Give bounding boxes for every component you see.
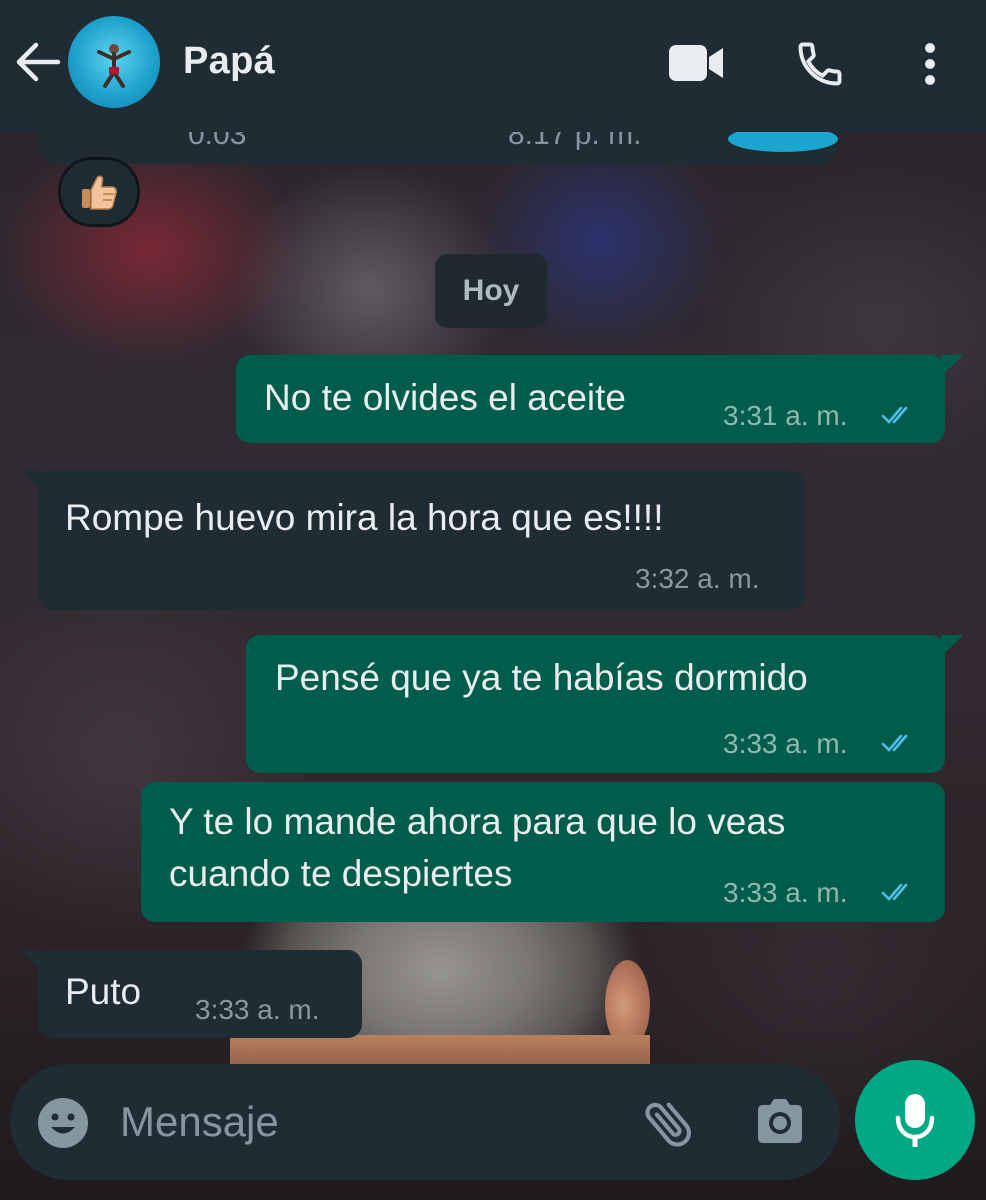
video-call-icon [669, 45, 723, 81]
camera-button[interactable] [752, 1094, 808, 1150]
message-bubble-incoming[interactable]: Rompe huevo mira la hora que es!!!! 3:32… [38, 470, 804, 610]
message-input[interactable] [120, 1092, 620, 1152]
message-bubble-incoming[interactable]: Puto 3:33 a. m. [38, 950, 362, 1038]
thumbs-up-icon [82, 175, 117, 210]
message-composer [10, 1064, 840, 1180]
voice-call-button[interactable] [792, 38, 848, 90]
message-text-line-2: cuando te despiertes [169, 853, 513, 894]
video-call-button[interactable] [665, 40, 727, 86]
chat-header: Papá [0, 0, 986, 132]
attach-button[interactable] [638, 1092, 700, 1154]
message-time: 3:31 a. m. [723, 400, 848, 431]
date-chip: Hoy [435, 254, 547, 328]
back-button[interactable] [14, 38, 66, 86]
back-arrow-icon [16, 42, 61, 82]
message-text-line-1: Y te lo mande ahora para que lo veas [169, 801, 786, 842]
read-receipt-icon [881, 734, 908, 752]
avatar[interactable] [68, 16, 160, 108]
read-receipt-icon [881, 406, 908, 424]
previous-message-time: 8:17 p. m. [508, 132, 642, 151]
previous-message-bubble[interactable]: 0:03 8:17 p. m. [38, 132, 838, 164]
message-text: No te olvides el aceite [264, 377, 626, 418]
phone-call-icon [798, 42, 842, 86]
message-bubble-outgoing[interactable]: Y te lo mande ahora para que lo veas cua… [141, 782, 945, 922]
message-time: 3:33 a. m. [723, 877, 848, 908]
voice-record-button[interactable] [855, 1060, 975, 1180]
read-receipt-icon [881, 883, 908, 901]
message-time: 3:33 a. m. [195, 994, 320, 1025]
message-time: 3:32 a. m. [635, 563, 760, 594]
more-vert-icon [925, 43, 935, 85]
contact-name[interactable]: Papá [183, 40, 275, 83]
more-options-button[interactable] [910, 38, 950, 90]
attach-icon [645, 1102, 691, 1147]
message-text: Rompe huevo mira la hora que es!!!! [65, 497, 664, 538]
emoji-button[interactable] [36, 1096, 90, 1150]
message-bubble-outgoing[interactable]: No te olvides el aceite 3:31 a. m. [236, 355, 945, 443]
mic-icon [895, 1094, 935, 1147]
previous-message-thumbnail [728, 132, 838, 152]
camera-icon [758, 1099, 802, 1143]
message-time: 3:33 a. m. [723, 728, 848, 759]
message-text: Pensé que ya te habías dormido [275, 657, 808, 698]
emoji-icon [38, 1098, 88, 1148]
previous-message-duration: 0:03 [188, 132, 247, 151]
message-bubble-outgoing[interactable]: Pensé que ya te habías dormido 3:33 a. m… [246, 635, 945, 773]
avatar-photo [97, 44, 131, 88]
reaction-badge[interactable] [58, 157, 140, 227]
message-text: Puto [65, 971, 142, 1012]
